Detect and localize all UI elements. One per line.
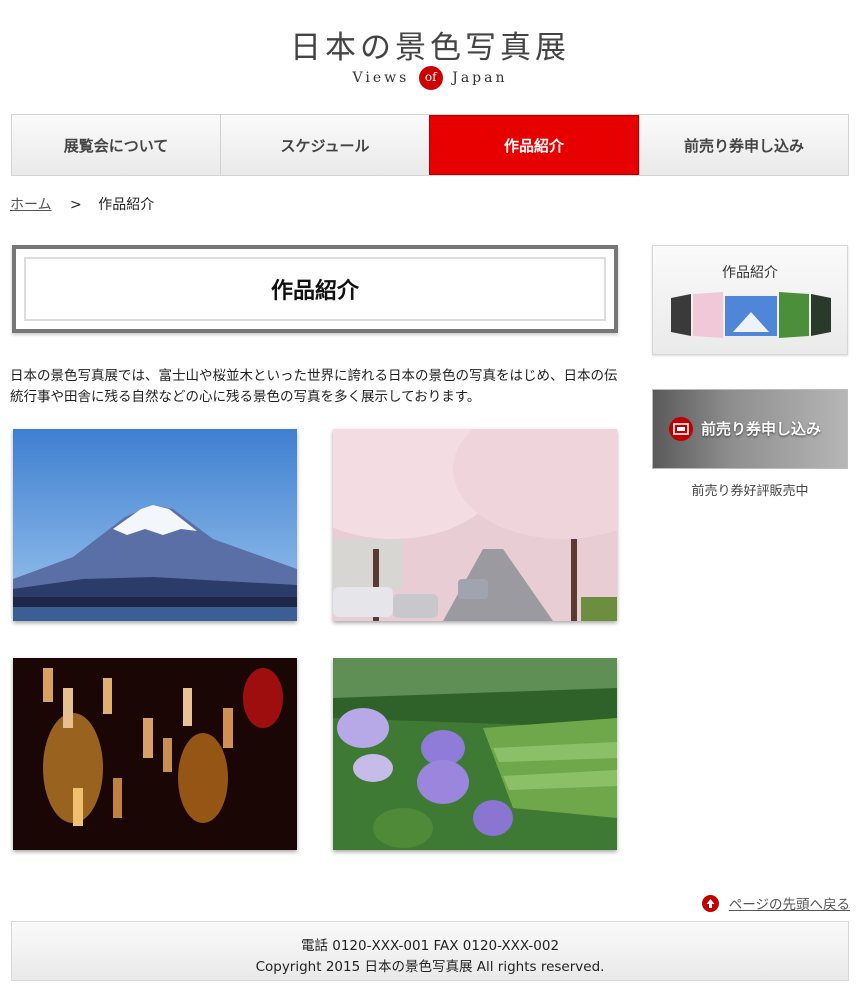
nav-item-works[interactable]: 作品紹介: [429, 115, 639, 175]
arrow-up-icon: [701, 894, 719, 912]
subtitle-of-badge: of: [418, 66, 443, 90]
sidebar-card-title: 作品紹介: [722, 265, 778, 281]
cherry-blossom-avenue-photo[interactable]: [333, 429, 617, 621]
footer: 電話 0120-XXX-001 FAX 0120-XXX-002 Copyrig…: [11, 921, 849, 981]
sidebar-banner-label: 前売り券申し込み: [701, 420, 822, 438]
breadcrumb-separator: >: [70, 197, 82, 213]
breadcrumb: ホーム > 作品紹介: [10, 194, 154, 214]
sidebar-works-card[interactable]: 作品紹介: [652, 245, 848, 355]
nav-item-schedule[interactable]: スケジュール: [220, 115, 429, 175]
sidebar-tickets-banner[interactable]: 前売り券申し込み: [652, 389, 848, 469]
footer-contact: 電話 0120-XXX-001 FAX 0120-XXX-002: [300, 938, 560, 954]
mount-fuji-photo[interactable]: [13, 429, 297, 621]
ticket-icon: [669, 417, 693, 441]
site-title: 日本の景色写真展: [290, 30, 570, 66]
site-subtitle: Views of Japan: [0, 66, 860, 90]
hydrangea-terraced-fields-photo[interactable]: [333, 658, 617, 850]
subtitle-views: Views: [352, 70, 410, 86]
sidebar-banner-caption: 前売り券好評販売中: [691, 484, 809, 499]
intro-text: 日本の景色写真展では、富士山や桜並木といった世界に誇れる日本の景色の写真をはじめ…: [10, 368, 618, 405]
footer-copyright: Copyright 2015 日本の景色写真展 All rights reser…: [255, 959, 605, 975]
subtitle-japan: Japan: [452, 70, 508, 86]
breadcrumb-current: 作品紹介: [98, 197, 155, 213]
photo-carousel-icon: [671, 292, 831, 338]
back-to-top-link[interactable]: ページの先頭へ戻る: [729, 893, 850, 913]
back-to-top[interactable]: ページの先頭へ戻る: [701, 893, 850, 913]
nav-item-about[interactable]: 展覧会について: [12, 115, 220, 175]
tanabata-lanterns-photo[interactable]: [13, 658, 297, 850]
main-nav: 展覧会について スケジュール 作品紹介 前売り券申し込み: [11, 114, 849, 176]
page-title: 作品紹介: [24, 257, 606, 321]
page-heading-box: 作品紹介: [12, 245, 618, 333]
breadcrumb-home-link[interactable]: ホーム: [10, 197, 52, 213]
nav-item-tickets[interactable]: 前売り券申し込み: [639, 115, 848, 175]
